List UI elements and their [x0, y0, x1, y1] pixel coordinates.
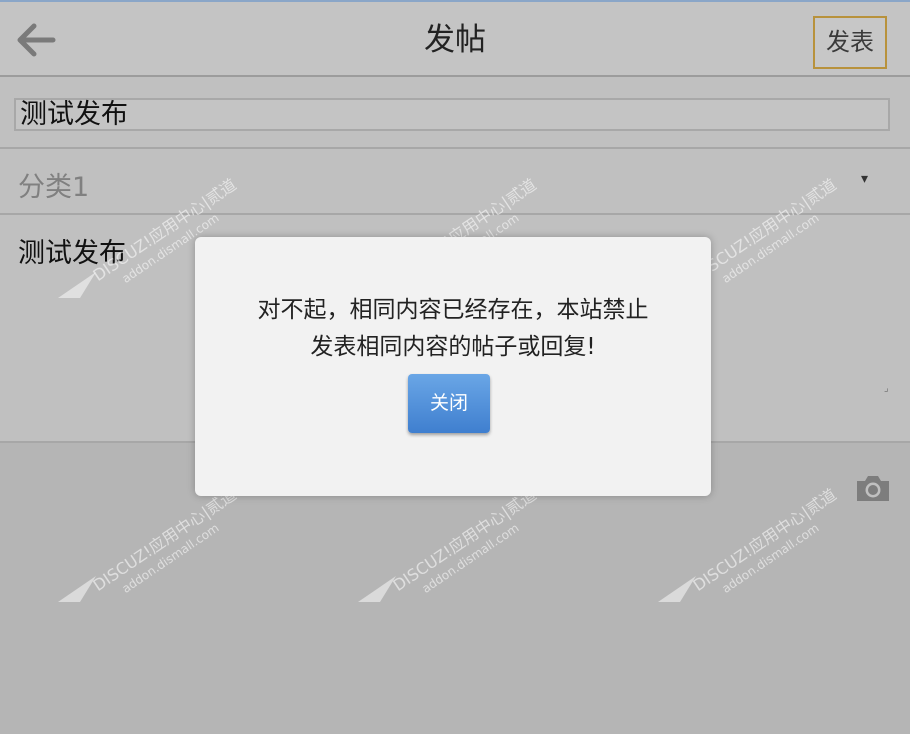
dialog-message-line: 对不起，相同内容已经存在，本站禁止 [257, 297, 649, 323]
dialog-message-line: 发表相同内容的帖子或回复! [310, 334, 596, 360]
close-button[interactable]: 关闭 [408, 374, 490, 433]
dialog-message: 对不起，相同内容已经存在，本站禁止 发表相同内容的帖子或回复! [213, 292, 693, 366]
alert-dialog: 对不起，相同内容已经存在，本站禁止 发表相同内容的帖子或回复! 关闭 [195, 237, 711, 496]
